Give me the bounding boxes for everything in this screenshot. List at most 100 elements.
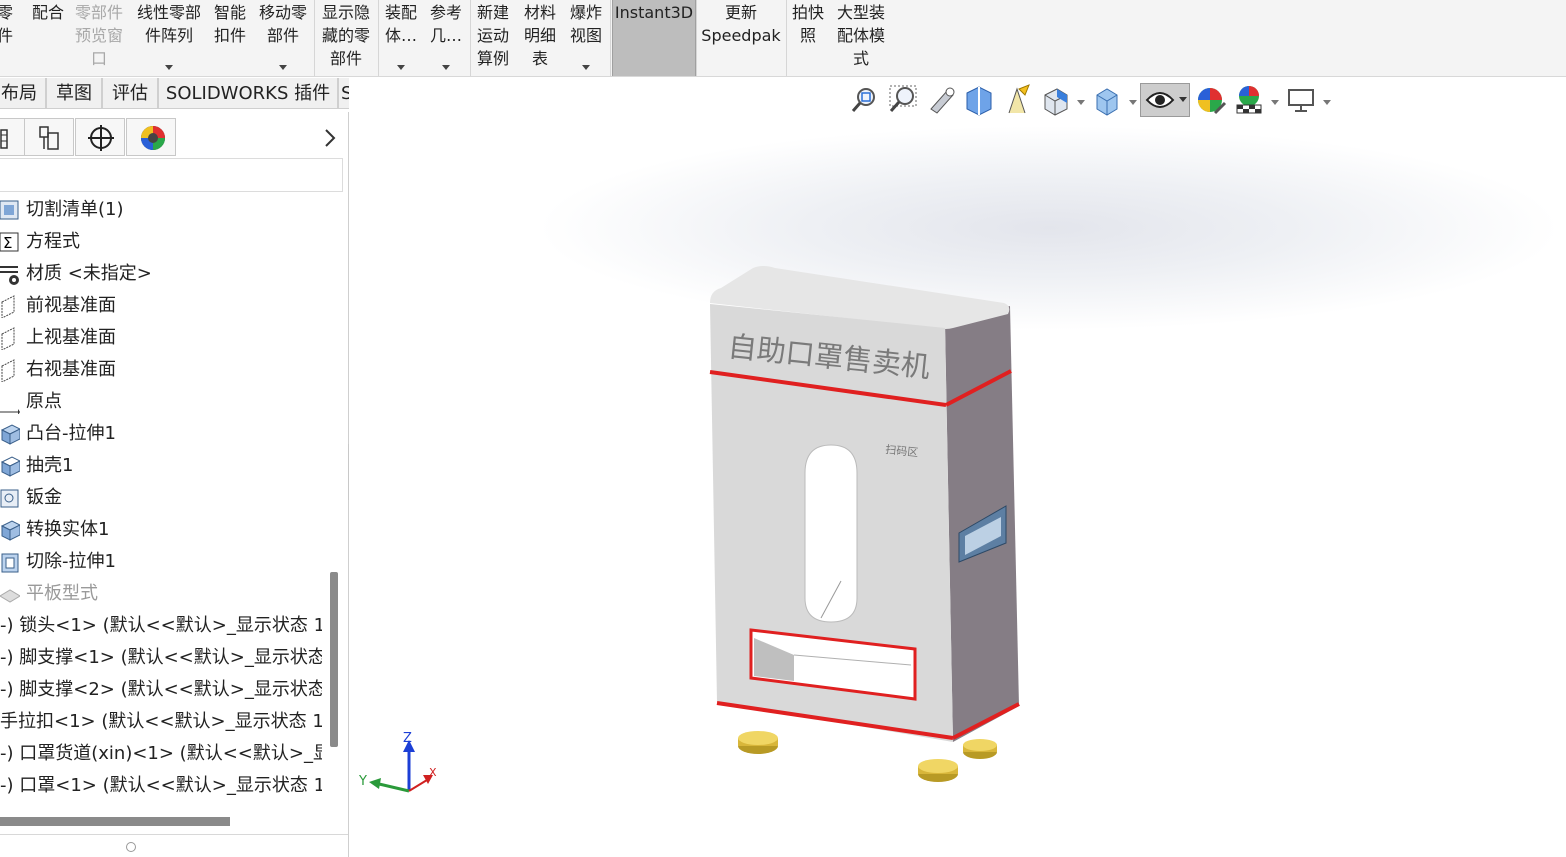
plane-icon xyxy=(0,294,20,319)
tree-item[interactable]: 切除-拉伸1 xyxy=(0,546,322,578)
equation-icon: Σ xyxy=(0,230,20,254)
chevron-down-icon[interactable] xyxy=(442,65,450,70)
ref-label: 参考 几… xyxy=(429,3,462,45)
asm-button[interactable]: 装配 体… xyxy=(380,0,422,76)
tree-item[interactable]: Σ 方程式 xyxy=(0,226,322,258)
chevron-down-icon[interactable] xyxy=(165,65,173,70)
largeasm-button[interactable]: 大型装 配体模 式 xyxy=(830,0,892,76)
tree-item[interactable]: 钣金 xyxy=(0,482,322,514)
tree-component-label: -) 锁头<1> (默认<<默认>_显示状态 1>) xyxy=(0,615,322,636)
ribbon-separator xyxy=(696,0,697,76)
tree-item-label: 材质 <未指定> xyxy=(26,263,152,284)
tree-item[interactable]: 原点 xyxy=(0,386,322,418)
tree-vertical-scrollbar[interactable] xyxy=(330,572,338,747)
largeasm-label: 大型装 配体模 式 xyxy=(836,3,885,68)
tree-item-label: 切除-拉伸1 xyxy=(26,551,116,572)
axis-x-label: X xyxy=(429,766,437,779)
chevron-right-icon[interactable] xyxy=(320,127,340,149)
chevron-down-icon[interactable] xyxy=(582,65,590,70)
tree-item-label: 方程式 xyxy=(26,231,80,252)
bom-button[interactable]: 材料 明细 表 xyxy=(518,0,562,76)
tree-component-item[interactable]: -) 脚支撑<2> (默认<<默认>_显示状态 1>) xyxy=(0,674,322,706)
tree-item[interactable]: 材质 <未指定> xyxy=(0,258,322,290)
tree-component-label: -) 脚支撑<2> (默认<<默认>_显示状态 1>) xyxy=(0,679,322,700)
tree-component-item[interactable]: -) 口罩货道(xin)<1> (默认<<默认>_显示状态 1>) xyxy=(0,738,322,770)
vending-machine-model[interactable]: 自助口罩售卖机 扫码区 xyxy=(349,78,1566,857)
cut-icon xyxy=(0,550,20,574)
tree-item-label: 凸台-拉伸1 xyxy=(26,423,116,444)
tree-item[interactable]: 右视基准面 xyxy=(0,354,322,386)
display-window xyxy=(804,444,858,623)
motion-button[interactable]: 新建 运动 算例 xyxy=(472,0,514,76)
preview-label: 零部件 预览窗 口 xyxy=(74,3,123,68)
tree-item-label: 抽壳1 xyxy=(26,455,74,476)
tree-item[interactable]: 转换实体1 xyxy=(0,514,322,546)
move-button[interactable]: 移动零 部件 xyxy=(252,0,314,76)
show-button[interactable]: 显示隐 藏的零 部件 xyxy=(316,0,376,76)
cutlist-icon xyxy=(0,198,20,222)
ribbon-separator xyxy=(610,0,611,76)
tree-item[interactable]: 抽壳1 xyxy=(0,450,322,482)
tree-item-label: 右视基准面 xyxy=(26,359,116,380)
tree-item-label: 转换实体1 xyxy=(26,519,110,540)
ribbon-separator xyxy=(470,0,471,76)
tree-horizontal-scrollbar[interactable] xyxy=(0,817,230,826)
convert-icon xyxy=(0,518,22,542)
mate-button[interactable]: 配合 xyxy=(26,0,70,76)
preview-button[interactable]: 零部件 预览窗 口 xyxy=(70,0,128,76)
explode-button[interactable]: 爆炸 视图 xyxy=(564,0,608,76)
tab-0[interactable]: 布局 xyxy=(0,78,46,109)
configuration-manager-tab[interactable] xyxy=(75,118,125,156)
instant3d-button[interactable]: Instant3D xyxy=(612,0,696,76)
tree-component-label: -) 口罩<1> (默认<<默认>_显示状态 1>) xyxy=(0,775,322,796)
ribbon-separator xyxy=(786,0,787,76)
speedpak-button[interactable]: 更新 Speedpak xyxy=(698,0,784,76)
tree-filter-bar[interactable] xyxy=(0,158,343,192)
tree-item[interactable]: 上视基准面 xyxy=(0,322,322,354)
tree-item-label: 平板型式 xyxy=(26,583,98,604)
graphics-viewport[interactable]: 自助口罩售卖机 扫码区 Z Y X xyxy=(349,78,1566,857)
appearance-icon xyxy=(141,126,165,150)
tree-component-item[interactable]: 手拉扣<1> (默认<<默认>_显示状态 1>) xyxy=(0,706,322,738)
snapshot-label: 拍快 照 xyxy=(791,3,824,45)
ribbon-separator xyxy=(378,0,379,76)
command-ribbon: 零 件 配合 零部件 预览窗 口线性零部 件阵列 智能 扣件 移动零 部件 显示隐 藏的零… xyxy=(0,0,1566,77)
tree-component-item[interactable]: -) 脚支撑<1> (默认<<默认>_显示状态 1>) xyxy=(0,642,322,674)
manager-tab-bar xyxy=(0,118,348,158)
tree-item[interactable]: 前视基准面 xyxy=(0,290,322,322)
smart-button[interactable]: 智能 扣件 xyxy=(210,0,250,76)
svg-text:Σ: Σ xyxy=(3,234,12,252)
tab-2[interactable]: 评估 xyxy=(102,78,158,109)
plane-icon xyxy=(0,358,20,383)
panel-grip-handle[interactable] xyxy=(126,842,136,852)
chevron-down-icon[interactable] xyxy=(279,65,287,70)
tree-item-label: 原点 xyxy=(26,391,62,412)
sheetmetal-icon xyxy=(0,486,20,510)
crosshair-icon xyxy=(88,125,114,151)
reference-triad: Z Y X xyxy=(358,731,437,793)
property-manager-tab[interactable] xyxy=(24,118,74,156)
tree-component-label: -) 脚支撑<1> (默认<<默认>_显示状态 1>) xyxy=(0,647,322,668)
asm-label: 装配 体… xyxy=(384,3,417,45)
tree-component-item[interactable]: -) 锁头<1> (默认<<默认>_显示状态 1>) xyxy=(0,610,322,642)
plane-icon xyxy=(0,326,20,351)
panel-divider xyxy=(0,834,348,835)
feature-tree: 切割清单(1) Σ 方程式材质 <未指定> 前视基准面 上视基准面右视基准面原点凸台-拉… xyxy=(0,194,322,814)
pattern-button[interactable]: 线性零部 件阵列 xyxy=(130,0,208,76)
tree-item[interactable]: 切割清单(1) xyxy=(0,194,322,226)
axis-z-label: Z xyxy=(403,731,412,746)
part-button[interactable]: 零 件 xyxy=(0,0,24,76)
ref-button[interactable]: 参考 几… xyxy=(424,0,468,76)
tree-component-item[interactable]: -) 口罩<1> (默认<<默认>_显示状态 1>) xyxy=(0,770,322,802)
appearance-manager-tab[interactable] xyxy=(126,118,176,156)
chevron-down-icon[interactable] xyxy=(397,65,405,70)
tree-item[interactable]: 平板型式 xyxy=(0,578,322,610)
tree-item[interactable]: 凸台-拉伸1 xyxy=(0,418,322,450)
tab-3[interactable]: SOLIDWORKS 插件 xyxy=(158,78,338,109)
flatpattern-icon xyxy=(0,582,21,606)
axis-y-label: Y xyxy=(358,774,367,789)
tab-1[interactable]: 草图 xyxy=(46,78,102,109)
move-label: 移动零 部件 xyxy=(258,3,307,45)
tree-component-label: -) 口罩货道(xin)<1> (默认<<默认>_显示状态 1>) xyxy=(0,743,322,764)
snapshot-button[interactable]: 拍快 照 xyxy=(788,0,828,76)
